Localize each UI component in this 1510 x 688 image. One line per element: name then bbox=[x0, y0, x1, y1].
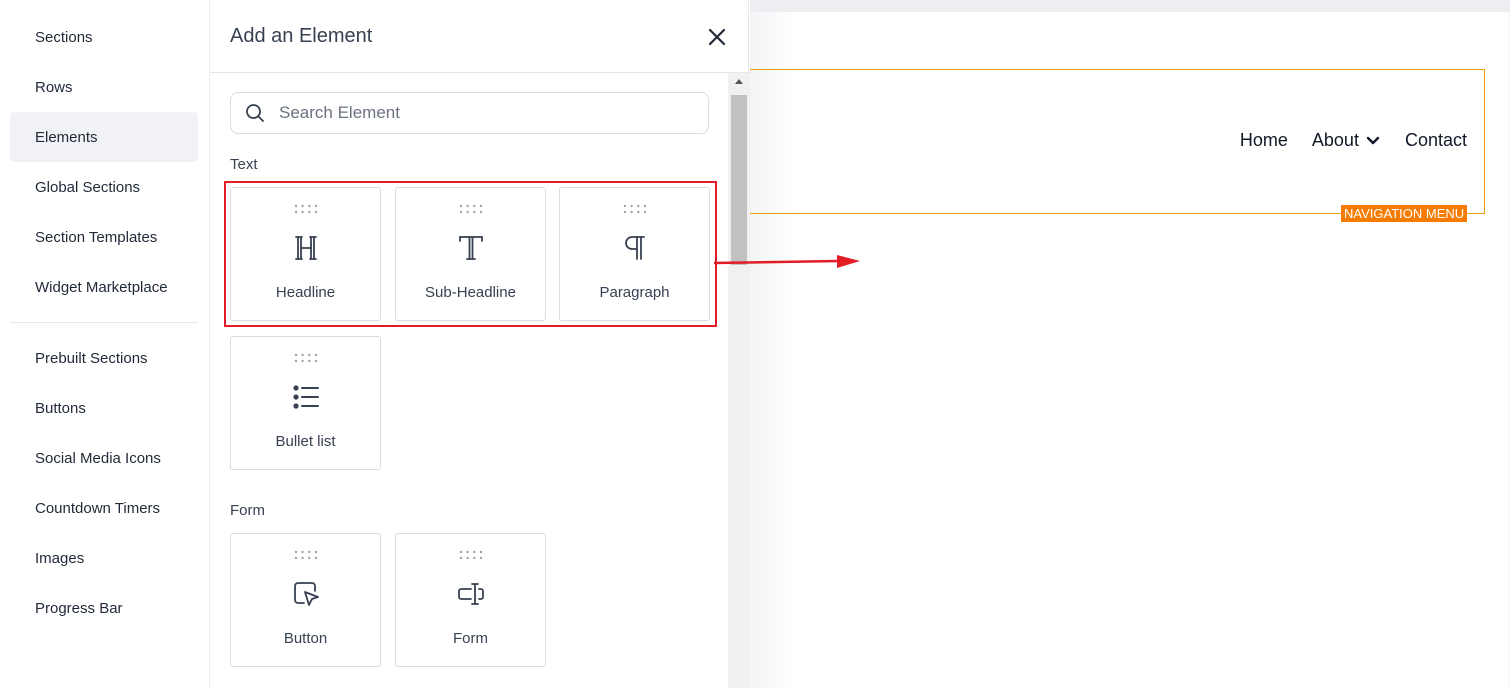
sidebar-item-global-sections[interactable]: Global Sections bbox=[10, 162, 198, 212]
headline-icon bbox=[295, 236, 317, 260]
element-card-sub-headline[interactable]: Sub-Headline bbox=[395, 187, 546, 321]
nav-link-home[interactable]: Home bbox=[1240, 130, 1288, 151]
navigation-menu-badge: NAVIGATION MENU bbox=[1341, 205, 1468, 222]
sidebar-item-buttons[interactable]: Buttons bbox=[10, 383, 198, 433]
element-card-form[interactable]: Form bbox=[395, 533, 546, 667]
sidebar-item-prebuilt-sections[interactable]: Prebuilt Sections bbox=[10, 333, 198, 383]
search-input[interactable] bbox=[279, 101, 699, 125]
search-box bbox=[230, 92, 709, 134]
close-icon bbox=[708, 28, 726, 46]
drag-handle-icon bbox=[294, 550, 318, 560]
navigation-menu-section[interactable]: Home About Contact bbox=[750, 69, 1485, 214]
sidebar-item-rows[interactable]: Rows bbox=[10, 62, 198, 112]
element-card-bullet-list[interactable]: Bullet list bbox=[230, 336, 381, 470]
drag-handle-icon bbox=[623, 204, 647, 214]
drag-handle-icon bbox=[294, 204, 318, 214]
canvas-top-bar bbox=[750, 0, 1510, 12]
sidebar-item-sections[interactable]: Sections bbox=[10, 12, 198, 62]
left-sidebar: Sections Rows Elements Global Sections S… bbox=[0, 0, 209, 688]
sidebar-item-images[interactable]: Images bbox=[10, 533, 198, 583]
form-icon bbox=[458, 583, 484, 605]
element-label: Bullet list bbox=[275, 433, 336, 450]
sidebar-item-section-templates[interactable]: Section Templates bbox=[10, 212, 198, 262]
element-card-button[interactable]: Button bbox=[230, 533, 381, 667]
element-label: Paragraph bbox=[599, 284, 670, 301]
button-icon bbox=[294, 582, 319, 606]
element-label: Sub-Headline bbox=[425, 284, 516, 301]
panel-title: Add an Element bbox=[230, 25, 373, 47]
paragraph-icon bbox=[625, 236, 645, 260]
category-label-text: Text bbox=[230, 156, 258, 173]
add-element-panel: Add an Element Text bbox=[209, 0, 750, 688]
search-icon bbox=[246, 104, 264, 122]
sidebar-item-progress-bar[interactable]: Progress Bar bbox=[10, 583, 198, 633]
panel-scrollbar[interactable] bbox=[728, 73, 750, 688]
sub-headline-icon bbox=[459, 236, 483, 260]
nav-link-about[interactable]: About bbox=[1312, 130, 1381, 151]
category-label-form: Form bbox=[230, 502, 265, 519]
chevron-down-icon bbox=[1366, 136, 1380, 144]
sidebar-item-elements[interactable]: Elements bbox=[10, 112, 198, 162]
sidebar-item-countdown-timers[interactable]: Countdown Timers bbox=[10, 483, 198, 533]
element-label: Form bbox=[453, 630, 488, 647]
element-label: Headline bbox=[275, 284, 336, 301]
close-button[interactable] bbox=[704, 24, 730, 50]
page-canvas: Home About Contact NAVIGATION MENU bbox=[750, 0, 1510, 688]
element-card-headline[interactable]: Headline bbox=[230, 187, 381, 321]
drag-handle-icon bbox=[294, 353, 318, 363]
panel-body: Text Headline bbox=[210, 73, 728, 688]
sidebar-divider bbox=[10, 322, 198, 323]
element-card-paragraph[interactable]: Paragraph bbox=[559, 187, 710, 321]
element-label: Button bbox=[283, 630, 328, 647]
drag-handle-icon bbox=[459, 204, 483, 214]
sidebar-item-widget-marketplace[interactable]: Widget Marketplace bbox=[10, 262, 198, 312]
nav-link-contact[interactable]: Contact bbox=[1405, 130, 1467, 151]
drag-handle-icon bbox=[459, 550, 483, 560]
sidebar-item-social-media-icons[interactable]: Social Media Icons bbox=[10, 433, 198, 483]
scroll-thumb[interactable] bbox=[731, 95, 747, 265]
nav-links: Home About Contact bbox=[1240, 130, 1467, 151]
panel-header: Add an Element bbox=[210, 0, 750, 73]
scroll-up-icon[interactable] bbox=[735, 79, 743, 84]
bullet-list-icon bbox=[293, 385, 319, 409]
